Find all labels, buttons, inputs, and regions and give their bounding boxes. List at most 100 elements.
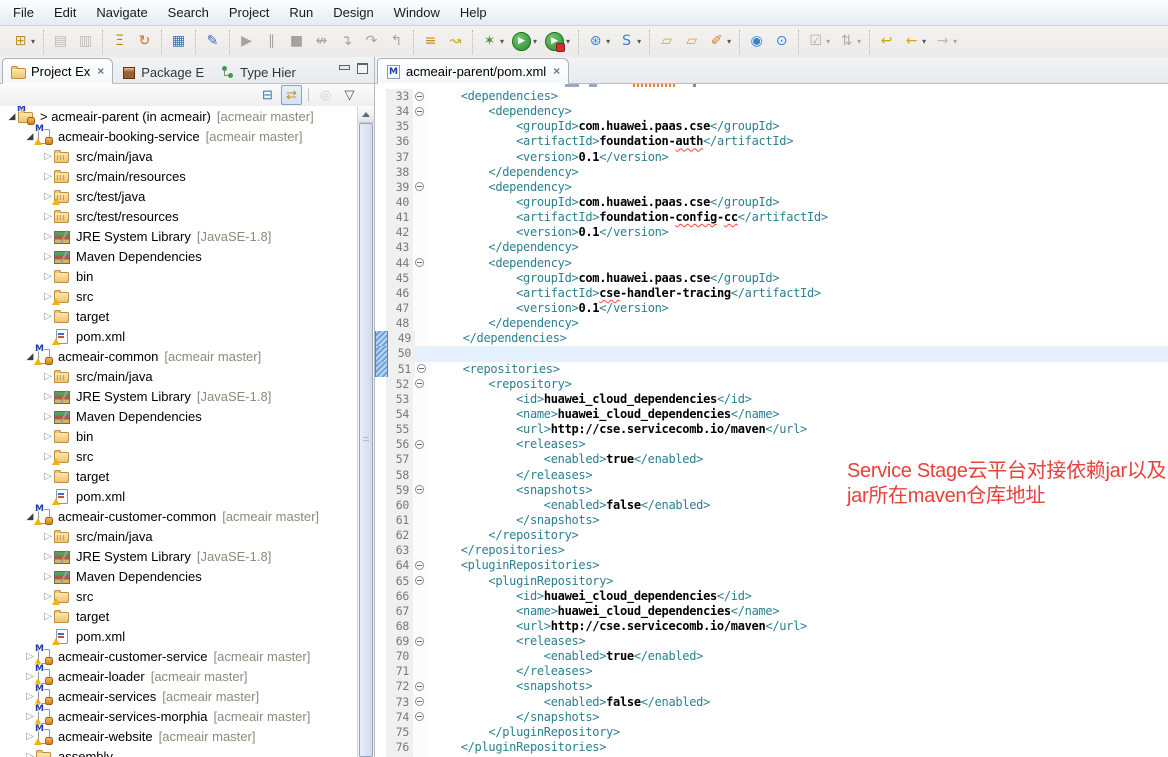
debug-button[interactable]: ✶▾ <box>477 30 508 53</box>
annotation-ruler[interactable] <box>375 452 386 467</box>
tree-item-jre-system-library[interactable]: ▷JRE System Library[JavaSE-1.8] <box>0 546 358 566</box>
external-tools-button[interactable]: ▶▾ <box>541 29 574 54</box>
tree-item-acmeair-common[interactable]: ◢Macmeair-common[acmeair master] <box>0 346 358 366</box>
view-menu-button[interactable]: ▽ <box>339 85 360 105</box>
expand-arrow-icon[interactable]: ▷ <box>42 231 54 242</box>
fold-collapse-icon[interactable] <box>413 483 428 498</box>
fold-collapse-icon[interactable] <box>413 256 428 271</box>
expand-arrow-icon[interactable]: ▷ <box>42 551 54 562</box>
annotation-ruler[interactable] <box>375 634 386 649</box>
annotation-ruler[interactable] <box>375 195 386 210</box>
fold-collapse-icon[interactable] <box>413 104 428 119</box>
tree-item-src-main-resources[interactable]: ▷src/main/resources <box>0 166 358 186</box>
tree-item-bin[interactable]: ▷bin <box>0 266 358 286</box>
resume-button[interactable]: ▶ <box>234 30 259 53</box>
tree-item-jre-system-library[interactable]: ▷JRE System Library[JavaSE-1.8] <box>0 226 358 246</box>
step-return-button[interactable]: ↰ <box>384 30 409 53</box>
annotation-ruler[interactable] <box>375 574 386 589</box>
expand-arrow-icon[interactable]: ▷ <box>42 271 54 282</box>
annotation-ruler[interactable] <box>375 407 386 422</box>
annotation-ruler[interactable] <box>375 498 386 513</box>
annotation-ruler[interactable] <box>375 695 386 710</box>
view-tab-type-hier[interactable]: Type Hier <box>212 60 304 84</box>
scroll-up-button[interactable] <box>358 106 374 123</box>
menu-project[interactable]: Project <box>220 2 278 23</box>
expand-arrow-icon[interactable]: ▷ <box>42 531 54 542</box>
expand-arrow-icon[interactable]: ▷ <box>42 171 54 182</box>
tree-item-acmeair-customer-service[interactable]: ▷Macmeair-customer-service[acmeair maste… <box>0 646 358 666</box>
dropdown-arrow-icon[interactable]: ▾ <box>953 37 957 46</box>
annotation-ruler[interactable] <box>375 437 386 452</box>
annotation-ruler[interactable] <box>375 619 386 634</box>
menu-file[interactable]: File <box>4 2 43 23</box>
tree-item-target[interactable]: ▷target <box>0 306 358 326</box>
tree-item-src-test-resources[interactable]: ▷src/test/resources <box>0 206 358 226</box>
view-tab-package-e[interactable]: Package E <box>113 60 212 84</box>
annotation-ruler[interactable] <box>375 543 386 558</box>
tree-item-acmeair-website[interactable]: ▷Macmeair-website[acmeair master] <box>0 726 358 746</box>
tree-item-pom-xml[interactable]: pom.xml <box>0 326 358 346</box>
link-with-editor-button[interactable]: ⇄ <box>281 85 302 105</box>
menu-search[interactable]: Search <box>159 2 218 23</box>
annotation-ruler[interactable] <box>375 558 386 573</box>
tree-item-acmeair-customer-common[interactable]: ◢Macmeair-customer-common[acmeair master… <box>0 506 358 526</box>
terminate-button[interactable]: ■ <box>284 30 309 53</box>
tree-item-bin[interactable]: ▷bin <box>0 426 358 446</box>
new-server-button[interactable]: S▾ <box>614 30 645 53</box>
scrollbar-thumb[interactable] <box>359 123 373 757</box>
menu-design[interactable]: Design <box>324 2 382 23</box>
last-edit-location-button[interactable]: ↩ <box>874 30 899 53</box>
tree-item-maven-dependencies[interactable]: ▷Maven Dependencies <box>0 406 358 426</box>
annotation-ruler[interactable] <box>375 180 386 195</box>
fold-collapse-icon[interactable] <box>413 180 428 195</box>
tree-item-jre-system-library[interactable]: ▷JRE System Library[JavaSE-1.8] <box>0 386 358 406</box>
dropdown-arrow-icon[interactable]: ▾ <box>826 37 830 46</box>
menu-navigate[interactable]: Navigate <box>87 2 156 23</box>
change-marker-icon[interactable] <box>375 346 388 361</box>
annotation-ruler[interactable] <box>375 210 386 225</box>
web-browser-button[interactable]: ◉ <box>744 30 769 53</box>
disconnect-button[interactable]: ↮ <box>309 30 334 53</box>
open-console-button[interactable]: ▦ <box>166 30 191 53</box>
tree-item-pom-xml[interactable]: pom.xml <box>0 626 358 646</box>
fold-collapse-icon[interactable] <box>413 634 428 649</box>
menu-edit[interactable]: Edit <box>45 2 85 23</box>
minimize-view-button[interactable] <box>338 63 349 73</box>
tree-item-assembly[interactable]: ▷assembly <box>0 746 358 757</box>
tree-item-acmeair-parent-in-acmeair[interactable]: ◢M> acmeair-parent (in acmeair)[acmeair … <box>0 106 358 126</box>
annotation-ruler[interactable] <box>375 150 386 165</box>
expand-arrow-icon[interactable]: ▷ <box>24 751 36 757</box>
fold-collapse-icon[interactable] <box>413 695 428 710</box>
annotation-ruler[interactable] <box>375 301 386 316</box>
expand-arrow-icon[interactable]: ▷ <box>42 371 54 382</box>
annotation-ruler[interactable] <box>375 225 386 240</box>
annotation-ruler[interactable] <box>375 286 386 301</box>
open-project-button[interactable]: ▱ <box>679 30 704 53</box>
save-all-button[interactable]: ▥ <box>73 30 98 53</box>
dropdown-arrow-icon[interactable]: ▾ <box>606 37 610 46</box>
tree-item-src[interactable]: ▷src <box>0 286 358 306</box>
dropdown-arrow-icon[interactable]: ▾ <box>533 37 537 46</box>
xml-source-editor[interactable]: 33 <dependencies>34 <dependency>35 <grou… <box>375 84 1168 757</box>
annotation-ruler[interactable] <box>375 377 386 392</box>
editor-tab-pom-xml[interactable]: M acmeair-parent/pom.xml × <box>377 58 569 84</box>
expand-arrow-icon[interactable]: ▷ <box>42 251 54 262</box>
dropdown-arrow-icon[interactable]: ▾ <box>857 37 861 46</box>
suspend-button[interactable]: ∥ <box>259 30 284 53</box>
dropdown-arrow-icon[interactable]: ▾ <box>500 37 504 46</box>
tree-item-src-main-java[interactable]: ▷src/main/java <box>0 146 358 166</box>
annotation-ruler[interactable] <box>375 604 386 619</box>
change-marker-icon[interactable] <box>375 331 388 346</box>
step-into-button[interactable]: ↴ <box>334 30 359 53</box>
annotation-ruler[interactable] <box>375 104 386 119</box>
validate-button[interactable]: ☑▾ <box>803 30 834 53</box>
dropdown-arrow-icon[interactable]: ▾ <box>637 37 641 46</box>
fold-collapse-icon[interactable] <box>413 558 428 573</box>
forward-button[interactable]: →▾ <box>930 30 961 53</box>
fold-collapse-icon[interactable] <box>413 574 428 589</box>
menu-help[interactable]: Help <box>451 2 496 23</box>
annotation-ruler[interactable] <box>375 483 386 498</box>
tree-item-acmeair-services-morphia[interactable]: ▷Macmeair-services-morphia[acmeair maste… <box>0 706 358 726</box>
close-tab-icon[interactable]: × <box>97 64 104 78</box>
tree-item-src[interactable]: ▷src <box>0 446 358 466</box>
